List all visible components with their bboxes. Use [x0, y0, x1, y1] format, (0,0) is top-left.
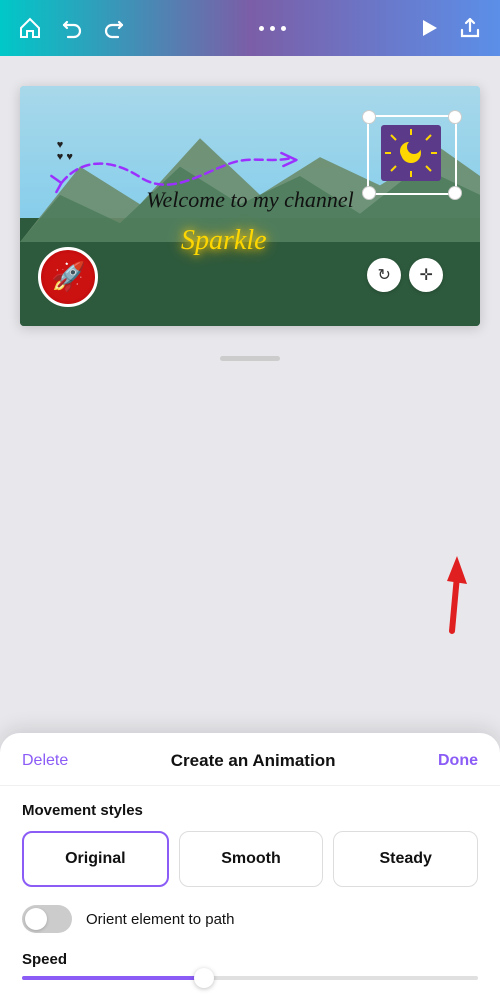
handle-top-right[interactable] — [448, 110, 462, 124]
done-arrow-annotation — [392, 546, 472, 636]
delete-button[interactable]: Delete — [22, 752, 68, 770]
header-left — [18, 16, 126, 40]
handle-top-left[interactable] — [362, 110, 376, 124]
speed-slider-thumb[interactable] — [194, 968, 214, 988]
hearts-doodle: ♥♥ ♥ — [57, 139, 73, 163]
header-dots[interactable] — [259, 26, 286, 31]
speed-slider[interactable] — [22, 976, 478, 980]
smooth-button[interactable]: Smooth — [179, 831, 324, 887]
selection-box — [367, 115, 457, 195]
header — [0, 0, 500, 56]
home-icon[interactable] — [18, 16, 42, 40]
dot-2 — [270, 26, 275, 31]
handle-bottom-left[interactable] — [362, 186, 376, 200]
redo-icon[interactable] — [102, 16, 126, 40]
done-button[interactable]: Done — [438, 752, 478, 770]
header-right — [418, 16, 482, 40]
bottom-sheet: Delete Create an Animation Done Movement… — [0, 733, 500, 1004]
orient-toggle[interactable] — [22, 905, 72, 933]
steady-button[interactable]: Steady — [333, 831, 478, 887]
dot-3 — [281, 26, 286, 31]
undo-icon[interactable] — [60, 16, 84, 40]
canvas-area: ♥♥ ♥ Welcome to my channel Sparkle 🚀 — [0, 56, 500, 346]
action-icons: ↻ ✛ — [367, 258, 443, 292]
welcome-text: Welcome to my channel — [146, 187, 354, 213]
movement-section: Movement styles Original Smooth Steady O… — [0, 786, 500, 984]
dot-1 — [259, 26, 264, 31]
sparkle-text: Sparkle — [181, 225, 267, 257]
sun-element[interactable] — [367, 115, 457, 195]
toggle-knob — [25, 908, 47, 930]
rocket-element[interactable]: 🚀 — [38, 247, 98, 307]
sheet-header: Delete Create an Animation Done — [0, 733, 500, 786]
swipe-handle — [220, 356, 280, 361]
move-button[interactable]: ✛ — [409, 258, 443, 292]
movement-label: Movement styles — [22, 802, 478, 819]
sheet-title: Create an Animation — [171, 751, 336, 771]
play-icon[interactable] — [418, 17, 440, 39]
movement-buttons: Original Smooth Steady — [22, 831, 478, 887]
share-icon[interactable] — [458, 16, 482, 40]
canvas-wrapper[interactable]: ♥♥ ♥ Welcome to my channel Sparkle 🚀 — [20, 86, 480, 326]
speed-row — [22, 976, 478, 984]
original-button[interactable]: Original — [22, 831, 169, 887]
handle-bottom-right[interactable] — [448, 186, 462, 200]
toggle-row: Orient element to path — [22, 905, 478, 933]
refresh-button[interactable]: ↻ — [367, 258, 401, 292]
speed-label: Speed — [22, 951, 478, 968]
orient-label: Orient element to path — [86, 911, 234, 928]
canvas-background: ♥♥ ♥ Welcome to my channel Sparkle 🚀 — [20, 86, 480, 326]
speed-slider-fill — [22, 976, 204, 980]
